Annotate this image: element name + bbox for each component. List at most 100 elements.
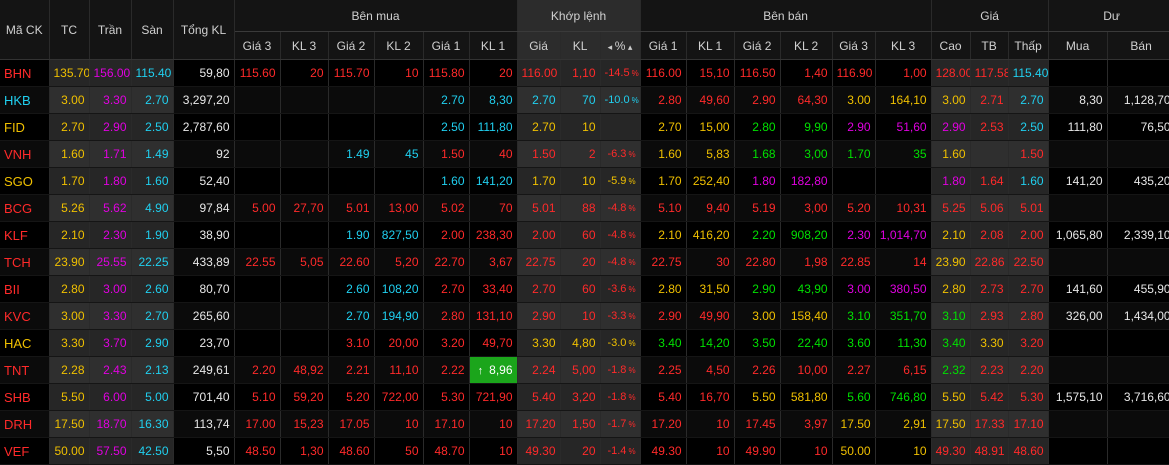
col-low[interactable]: Thấp <box>1008 31 1049 60</box>
col-symbol[interactable]: Mã CK <box>0 0 50 60</box>
buy-price-3: 115.60 <box>234 59 281 87</box>
table-row[interactable]: HKB 3.00 3.30 2.70 3,297,20 2.70 8,30 2.70 70 -10… <box>0 86 1169 114</box>
table-row[interactable]: SGO 1.70 1.80 1.60 52,40 1.60 141,20 1.70 10 -5.9… <box>0 167 1169 195</box>
sell-vol-2: 581,80 <box>780 383 833 411</box>
remaining-buy: 141,20 <box>1048 167 1108 195</box>
col-match-pct[interactable]: ◂ % ▴ <box>600 31 641 60</box>
buy-vol-2: 827,50 <box>374 221 424 249</box>
table-row[interactable]: SHB 5.50 6.00 5.00 701,40 5.10 59,20 5.20 722,00… <box>0 383 1169 411</box>
stock-symbol[interactable]: VNH <box>0 140 50 168</box>
avg-price: 5.06 <box>970 194 1009 222</box>
col-sell-vol-1[interactable]: KL 1 <box>686 31 735 60</box>
sell-vol-3: 14 <box>875 248 932 276</box>
remaining-buy <box>1048 248 1108 276</box>
buy-price-3: 5.00 <box>234 194 281 222</box>
total-volume: 5,50 <box>173 437 235 465</box>
table-row[interactable]: HAC 3.30 3.70 2.90 23,70 3.10 20,00 3.20 49,70 3.… <box>0 329 1169 357</box>
ceil-price: 2.90 <box>89 113 132 141</box>
table-row[interactable]: FID 2.70 2.90 2.50 2,787,60 2.50 111,80 2.70 10 2… <box>0 113 1169 141</box>
sell-price-3: 3.00 <box>832 86 876 114</box>
sell-vol-2: 182,80 <box>780 167 833 195</box>
col-buy-vol-3[interactable]: KL 3 <box>280 31 329 60</box>
sell-vol-2: 3,00 <box>780 140 833 168</box>
stock-symbol[interactable]: FID <box>0 113 50 141</box>
stock-symbol[interactable]: TNT <box>0 356 50 384</box>
buy-vol-3: 20 <box>280 59 329 87</box>
table-row[interactable]: KLF 2.10 2.30 1.90 38,90 1.90 827,50 2.00 238,30… <box>0 221 1169 249</box>
col-match-price[interactable]: Giá <box>517 31 561 60</box>
table-row[interactable]: BII 2.80 3.00 2.60 80,70 2.60 108,20 2.70 33,40 2… <box>0 275 1169 303</box>
sell-vol-1: 16,70 <box>686 383 735 411</box>
high-price: 1.60 <box>931 140 971 168</box>
stock-symbol[interactable]: HAC <box>0 329 50 357</box>
buy-price-1: 17.10 <box>423 410 470 438</box>
total-volume: 92 <box>173 140 235 168</box>
stock-symbol[interactable]: SGO <box>0 167 50 195</box>
buy-price-3: 5.10 <box>234 383 281 411</box>
col-total-vol[interactable]: Tổng KL <box>173 0 235 60</box>
table-row[interactable]: BCG 5.26 5.62 4.90 97,84 5.00 27,70 5.01 13,00 5.… <box>0 194 1169 222</box>
col-high[interactable]: Cao <box>931 31 971 60</box>
sell-vol-3: 35 <box>875 140 932 168</box>
buy-price-1: 115.80 <box>423 59 470 87</box>
stock-symbol[interactable]: BCG <box>0 194 50 222</box>
col-buy-vol-1[interactable]: KL 1 <box>469 31 518 60</box>
stock-symbol[interactable]: HKB <box>0 86 50 114</box>
buy-vol-3 <box>280 302 329 330</box>
stock-symbol[interactable]: TCH <box>0 248 50 276</box>
match-price: 5.01 <box>517 194 561 222</box>
stock-symbol[interactable]: DRH <box>0 410 50 438</box>
col-avg[interactable]: TB <box>970 31 1009 60</box>
stock-symbol[interactable]: SHB <box>0 383 50 411</box>
table-row[interactable]: DRH 17.50 18.70 16.30 113,74 17.00 15,23 17.05 1… <box>0 410 1169 438</box>
col-sell-vol-2[interactable]: KL 2 <box>780 31 833 60</box>
col-remaining-sell[interactable]: Bán <box>1107 31 1169 60</box>
table-row[interactable]: BHN 135.70 156.00 115.40 59,80 115.60 20 115.70… <box>0 59 1169 87</box>
low-price: 17.10 <box>1008 410 1049 438</box>
buy-price-3 <box>234 221 281 249</box>
floor-price: 115.40 <box>131 59 174 87</box>
match-price: 5.40 <box>517 383 561 411</box>
col-buy-price-3[interactable]: Giá 3 <box>234 31 281 60</box>
low-price: 48.60 <box>1008 437 1049 465</box>
remaining-buy: 326,00 <box>1048 302 1108 330</box>
col-remaining-buy[interactable]: Mua <box>1048 31 1108 60</box>
buy-vol-2 <box>374 113 424 141</box>
stock-symbol[interactable]: KVC <box>0 302 50 330</box>
avg-price: 3.30 <box>970 329 1009 357</box>
match-price: 17.20 <box>517 410 561 438</box>
sell-vol-3: 351,70 <box>875 302 932 330</box>
floor-price: 1.90 <box>131 221 174 249</box>
col-sell-vol-3[interactable]: KL 3 <box>875 31 932 60</box>
buy-vol-1: 721,90 <box>469 383 518 411</box>
col-sell-price-1[interactable]: Giá 1 <box>640 31 687 60</box>
sell-price-1: 2.25 <box>640 356 687 384</box>
col-ref[interactable]: TC <box>49 0 90 60</box>
stock-symbol[interactable]: VEF <box>0 437 50 465</box>
col-buy-price-2[interactable]: Giá 2 <box>328 31 375 60</box>
stock-symbol[interactable]: BII <box>0 275 50 303</box>
sell-vol-3 <box>875 167 932 195</box>
buy-price-1: 3.20 <box>423 329 470 357</box>
match-pct: -3.6% <box>600 275 641 303</box>
sell-price-2: 3.50 <box>734 329 781 357</box>
col-sell-price-2[interactable]: Giá 2 <box>734 31 781 60</box>
total-volume: 701,40 <box>173 383 235 411</box>
table-row[interactable]: TNT 2.28 2.43 2.13 249,61 2.20 48,92 2.21 11,10 2… <box>0 356 1169 384</box>
buy-vol-3 <box>280 275 329 303</box>
floor-price: 2.70 <box>131 86 174 114</box>
stock-symbol[interactable]: KLF <box>0 221 50 249</box>
table-row[interactable]: VEF 50.00 57.50 42.50 5,50 48.50 1,30 48.60 50 48… <box>0 437 1169 465</box>
table-row[interactable]: VNH 1.60 1.71 1.49 92 1.49 45 1.50 40 1.50 2 -6.3% 1… <box>0 140 1169 168</box>
table-row[interactable]: KVC 3.00 3.30 2.70 265,60 2.70 194,90 2.80 131,1… <box>0 302 1169 330</box>
table-row[interactable]: TCH 23.90 25.55 22.25 433,89 22.55 5,05 22.60 5,… <box>0 248 1169 276</box>
col-buy-price-1[interactable]: Giá 1 <box>423 31 470 60</box>
col-match-vol[interactable]: KL <box>560 31 601 60</box>
col-buy-vol-2[interactable]: KL 2 <box>374 31 424 60</box>
col-ceil[interactable]: Trần <box>89 0 132 60</box>
ceil-price: 2.30 <box>89 221 132 249</box>
sort-toggle-icon[interactable]: ◂ <box>608 42 615 52</box>
col-sell-price-3[interactable]: Giá 3 <box>832 31 876 60</box>
stock-symbol[interactable]: BHN <box>0 59 50 87</box>
col-floor[interactable]: Sàn <box>131 0 174 60</box>
